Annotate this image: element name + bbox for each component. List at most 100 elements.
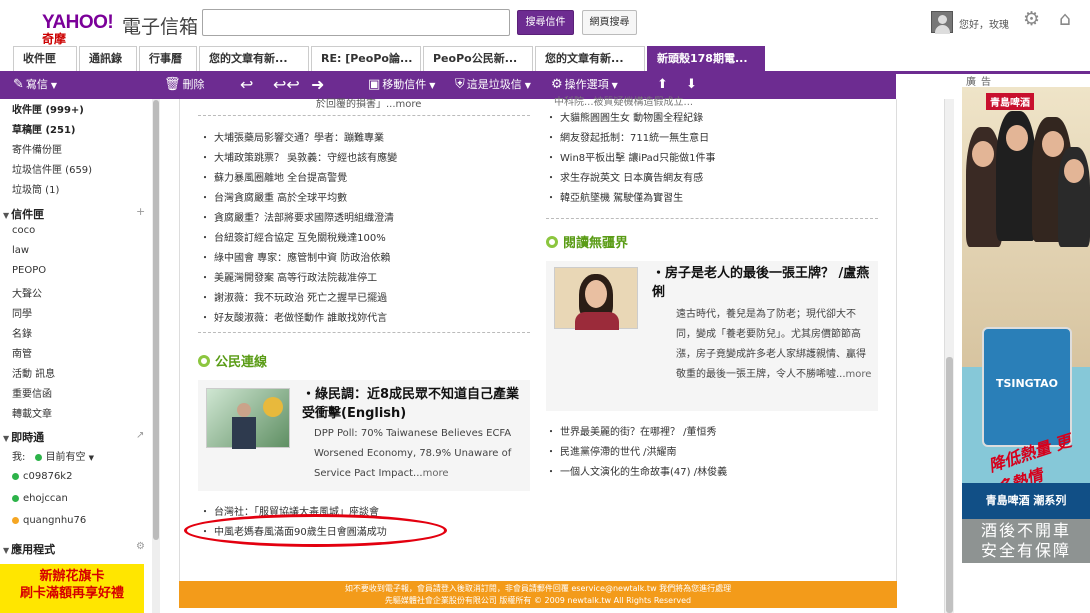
content-scrollbar-thumb[interactable] [946, 357, 953, 613]
search-mail-button[interactable]: 搜尋信件 [517, 10, 574, 35]
tab-calendar[interactable]: 行事曆 [139, 46, 197, 71]
reply-all-button[interactable]: ↩↩ [273, 71, 300, 99]
folder-item[interactable]: 南管 [12, 345, 32, 360]
news-link[interactable]: ・大埔政策跳票？ 吳敦義：守經也該有應變 [200, 149, 397, 164]
news-link[interactable]: ・ Win8平板出擊 讓iPad只能做1件事 [546, 149, 716, 164]
avatar[interactable] [931, 11, 953, 34]
compose-label: 寫信 [25, 78, 48, 91]
news-link[interactable]: ・好友酸淑薇：老做怪動作 誰敢找妳代言 [200, 309, 387, 324]
compose-button[interactable]: ✎ 寫信 ▼ [13, 71, 57, 99]
article-link[interactable]: ・世界最美麗的街？在哪裡？ /董恒秀 [546, 423, 717, 438]
folder-item[interactable]: 同學 [12, 305, 32, 320]
im-self[interactable]: 我: 目前有空 ▼ [12, 448, 94, 463]
promo-banner[interactable]: 新辦花旗卡 刷卡滿額再享好禮 [0, 564, 144, 613]
search-input[interactable] [202, 9, 510, 36]
tab-inbox[interactable]: 收件匣 [13, 46, 77, 71]
news-link[interactable]: ・大埔張藥局影響交通？學者：蹦難專業 [200, 129, 384, 144]
more-link[interactable]: more [846, 369, 872, 380]
spam-button[interactable]: ⛨ 這是垃圾信 ▼ [455, 71, 531, 99]
news-link[interactable]: ・求生存說英文 日本廣告網友有感 [546, 169, 703, 184]
folder-spam[interactable]: 垃圾信件匣 (659) [12, 161, 92, 176]
promo-line1: 新辦花旗卡 [39, 569, 105, 584]
mail-app: YAHOO! 奇摩 電子信箱 搜尋信件 網頁搜尋 您好，玫瑰 ⚙ ⌂ 收件匣 通… [0, 0, 1090, 613]
news-link[interactable]: ・貪腐嚴重？法部將要求國際透明組織澄清 [200, 209, 394, 224]
tab-message-active[interactable]: 新頭殼178期電... [647, 46, 765, 72]
folder-item[interactable]: 轉載文章 [12, 405, 52, 420]
im-status: 目前有空 [45, 452, 86, 463]
folder-item[interactable]: 大聲公 [12, 285, 42, 300]
search-web-button[interactable]: 網頁搜尋 [582, 10, 637, 35]
home-icon[interactable]: ⌂ [1059, 8, 1071, 30]
beer-ad-banner[interactable]: 青島啤酒 TSINGTAO 降低熱量 更多熱情 青島啤酒 潮系列 酒後不開車 安… [962, 87, 1090, 563]
news-link[interactable]: ・大貓熊圓圓生女 動物園全程紀錄 [546, 109, 703, 124]
news-link[interactable]: ・網友發起抵制：711統一無生意日 [546, 129, 709, 144]
im-contact[interactable]: quangnhu76 [12, 515, 86, 526]
chevron-down-icon: ▼ [611, 81, 618, 90]
status-dot-icon [34, 453, 42, 461]
delete-button[interactable]: 🗑 刪除 [164, 71, 205, 99]
feature-more-fragment[interactable]: 於回覆的損害」...more [316, 95, 421, 110]
popout-icon[interactable]: ↗ [136, 430, 144, 441]
folder-inbox[interactable]: 收件匣 (999+) [12, 101, 84, 116]
ad-face [1042, 131, 1064, 157]
online-dot-icon [12, 494, 19, 502]
tab-message[interactable]: PeoPo公民新... [423, 46, 533, 71]
ad-warning: 酒後不開車 安全有保障 [962, 519, 1090, 563]
news-link[interactable]: ・謝淑薇：我不玩政治 死亡之握早已擺過 [200, 289, 387, 304]
actions-label: 操作選項 [564, 78, 609, 91]
folder-drafts[interactable]: 草稿匣 (251) [12, 121, 76, 136]
news-link-fragment[interactable]: 中科院...被質疑機構造假成立... [554, 93, 693, 108]
news-link[interactable]: ・台灣貪腐嚴重 高於全球平均數 [200, 189, 347, 204]
gear-icon[interactable]: ⚙ [1023, 8, 1040, 30]
article-link[interactable]: ・民進黨停滯的世代 /洪耀南 [546, 443, 677, 458]
arrow-down-icon: ⬇ [686, 77, 697, 92]
news-link[interactable]: ・蘇力暴風圈離地 全台提高警覺 [200, 169, 347, 184]
folder-sent[interactable]: 寄件備份匣 [12, 141, 62, 156]
tab-message[interactable]: 您的文章有新... [199, 46, 309, 71]
tab-message[interactable]: 您的文章有新... [535, 46, 645, 71]
news-link[interactable]: ・台紐簽訂經合協定 互免關稅幾達100% [200, 229, 386, 244]
my-folders-header[interactable]: ▼ 信件匣 [3, 206, 44, 222]
talk-feature-title[interactable]: ・房子是老人的最後一張王牌？ /盧燕俐 [652, 264, 877, 302]
user-greeting[interactable]: 您好，玫瑰 [959, 16, 1009, 31]
circle-icon [198, 355, 210, 367]
apps-header[interactable]: ▼ 應用程式 [3, 541, 55, 557]
im-header[interactable]: ▼ 即時通 [3, 429, 44, 445]
section-talk-heading: 閱讀無疆界 [546, 232, 628, 251]
gear-icon[interactable]: ⚙ [136, 541, 145, 552]
tab-contacts[interactable]: 通訊錄 [79, 46, 137, 71]
yahoo-logo[interactable]: YAHOO! 奇摩 [42, 12, 114, 47]
folder-trash[interactable]: 垃圾筒 (1) [12, 181, 59, 196]
sidebar-scrollbar-thumb[interactable] [153, 100, 159, 540]
chevron-down-icon: ▼ [429, 81, 436, 90]
folder-item[interactable]: coco [12, 225, 35, 236]
news-link[interactable]: ・美麗灣開發案 高等行政法院裁准停工 [200, 269, 377, 284]
citizen-feature-title[interactable]: ・綠民調：近8成民眾不知道自己產業受衝擊(English) [302, 385, 527, 423]
citizen-feature-photo[interactable] [206, 388, 290, 449]
folder-item[interactable]: 重要信函 [12, 385, 52, 400]
tab-bar: 收件匣 通訊錄 行事曆 您的文章有新... RE: [PeoPo論... Peo… [13, 46, 767, 72]
folder-item[interactable]: 名錄 [12, 325, 32, 340]
contact-name: ehojccan [23, 493, 68, 504]
reply-button[interactable]: ↩ [240, 71, 253, 99]
ad-face [1064, 159, 1084, 183]
shoulders-shape [575, 312, 619, 330]
article-link[interactable]: ・一個人文演化的生命故事(47) /林俊義 [546, 463, 727, 478]
ad-tagline: 青島啤酒 潮系列 [962, 483, 1090, 519]
folder-item[interactable]: 活動 訊息 [12, 365, 55, 380]
chevron-down-icon: ▼ [3, 546, 10, 555]
email-body: 於回覆的損害」...more ・大埔張藥局影響交通？學者：蹦難專業 ・大埔政策跳… [179, 97, 897, 581]
divider [198, 115, 530, 116]
im-contact[interactable]: ehojccan [12, 493, 68, 504]
im-contact[interactable]: c09876k2 [12, 471, 72, 482]
tab-message[interactable]: RE: [PeoPo論... [311, 46, 421, 71]
folder-item[interactable]: PEOPO [12, 265, 46, 276]
news-link[interactable]: ・韓亞航墜機 駕駛僅為實習生 [546, 189, 683, 204]
talk-feature-photo[interactable] [554, 267, 638, 330]
more-link[interactable]: more [423, 468, 449, 479]
add-folder-icon[interactable]: + [136, 205, 145, 218]
trash-icon: 🗑 [164, 77, 181, 92]
folder-item[interactable]: law [12, 245, 29, 256]
face-shape [585, 280, 607, 308]
news-link[interactable]: ・綠中國會 專家：應管制中資 防政治依賴 [200, 249, 390, 264]
